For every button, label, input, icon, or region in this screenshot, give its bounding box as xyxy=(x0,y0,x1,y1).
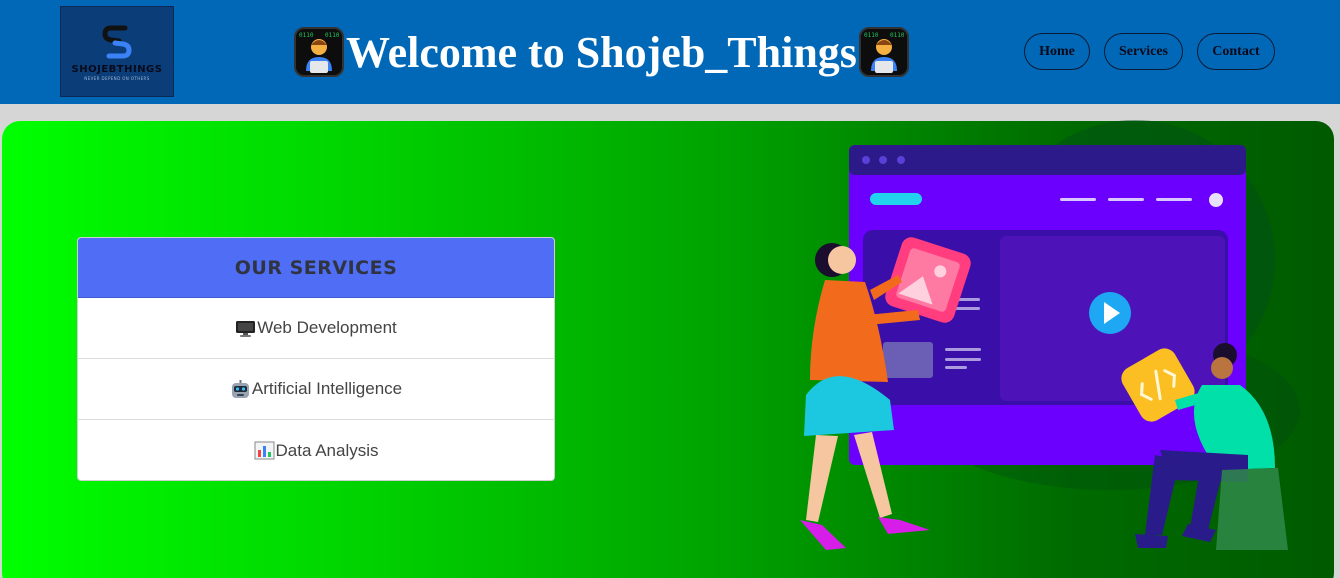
nav-services-button[interactable]: Services xyxy=(1104,33,1183,70)
technologist-icon: 0110 0110 xyxy=(294,27,344,77)
svg-text:0110: 0110 xyxy=(864,32,879,39)
logo-name: SHOJEBTHINGS xyxy=(71,64,163,75)
service-web-development[interactable]: Web Development xyxy=(78,298,554,359)
service-label: Data Analysis xyxy=(275,440,379,460)
robot-icon xyxy=(231,379,249,398)
service-data-analysis[interactable]: Data Analysis xyxy=(78,420,554,480)
service-artificial-intelligence[interactable]: Artificial Intelligence xyxy=(78,359,554,420)
site-logo[interactable]: SHOJEBTHINGS NEVER DEPEND ON OTHERS xyxy=(60,6,174,97)
title-text: Welcome to Shojeb_Things xyxy=(346,27,857,77)
hero-illustration xyxy=(800,120,1300,550)
svg-text:0110: 0110 xyxy=(890,32,905,39)
nav-home-button[interactable]: Home xyxy=(1024,33,1090,70)
services-card: OUR SERVICES Web Development Artificial … xyxy=(77,237,555,481)
svg-text:0110: 0110 xyxy=(325,32,340,39)
logo-tagline: NEVER DEPEND ON OTHERS xyxy=(84,76,150,81)
technologist-icon: 0110 0110 xyxy=(858,27,909,77)
desktop-computer-icon xyxy=(236,320,256,337)
services-header: OUR SERVICES xyxy=(78,238,554,298)
services-title: OUR SERVICES xyxy=(234,256,398,279)
main-nav: Home Services Contact xyxy=(1024,33,1275,70)
svg-text:0110: 0110 xyxy=(299,32,314,39)
site-header: SHOJEBTHINGS NEVER DEPEND ON OTHERS 0110… xyxy=(0,0,1340,104)
bar-chart-icon xyxy=(254,441,274,460)
logo-mark-icon xyxy=(102,25,132,59)
nav-contact-button[interactable]: Contact xyxy=(1197,33,1275,70)
page-title: 0110 0110 Welcome to Shojeb_Things 0110 … xyxy=(294,22,909,82)
service-label: Web Development xyxy=(257,318,397,337)
service-label: Artificial Intelligence xyxy=(251,379,403,398)
